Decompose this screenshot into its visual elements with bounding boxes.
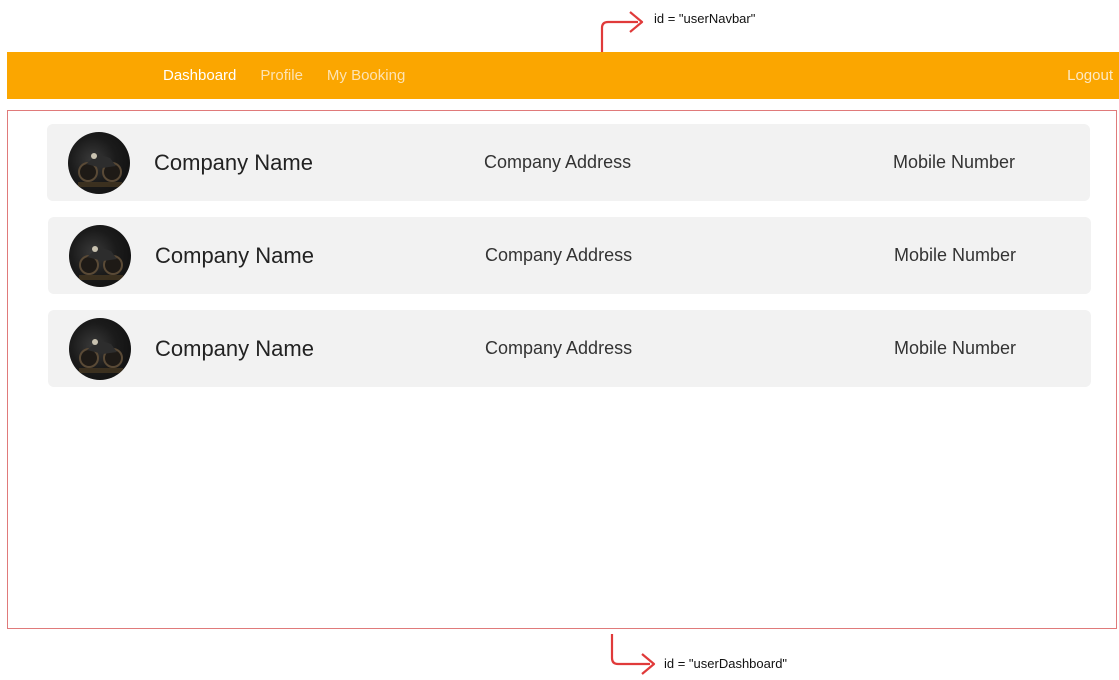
- mobile-number: Mobile Number: [894, 338, 1017, 358]
- annotation-arrow-bottom: [610, 634, 656, 675]
- company-avatar: [69, 225, 131, 287]
- company-card[interactable]: Company Name Company Address Mobile Numb…: [48, 310, 1091, 387]
- user-navbar: Dashboard Profile My Booking Logout: [7, 52, 1119, 99]
- company-name: Company Name: [155, 242, 314, 268]
- motorcycle-photo-icon: [79, 339, 123, 373]
- nav-link-my-booking[interactable]: My Booking: [327, 67, 405, 84]
- annotation-arrow-top: [600, 11, 644, 52]
- user-dashboard: Company Name Company Address Mobile Numb…: [7, 110, 1117, 629]
- company-avatar: [68, 132, 130, 194]
- company-card[interactable]: Company Name Company Address Mobile Numb…: [48, 217, 1091, 294]
- company-name: Company Name: [155, 335, 314, 361]
- annotation-label-navbar: id = "userNavbar": [654, 11, 756, 26]
- motorcycle-photo-icon: [79, 246, 123, 280]
- nav-link-profile[interactable]: Profile: [260, 67, 303, 84]
- company-address: Company Address: [485, 245, 633, 265]
- mobile-number: Mobile Number: [894, 245, 1017, 265]
- mobile-number: Mobile Number: [893, 152, 1016, 172]
- nav-link-dashboard[interactable]: Dashboard: [163, 67, 236, 84]
- company-card[interactable]: Company Name Company Address Mobile Numb…: [47, 124, 1090, 201]
- company-name: Company Name: [154, 149, 313, 175]
- company-address: Company Address: [485, 338, 633, 358]
- company-avatar: [69, 318, 131, 380]
- company-address: Company Address: [484, 152, 632, 172]
- nav-links: Dashboard Profile My Booking: [163, 52, 405, 99]
- logout-button[interactable]: Logout: [1067, 52, 1113, 99]
- annotation-label-dashboard: id = "userDashboard": [664, 656, 788, 671]
- page: id = "userNavbar" Dashboard Profile My B…: [0, 0, 1119, 680]
- motorcycle-photo-icon: [78, 153, 122, 187]
